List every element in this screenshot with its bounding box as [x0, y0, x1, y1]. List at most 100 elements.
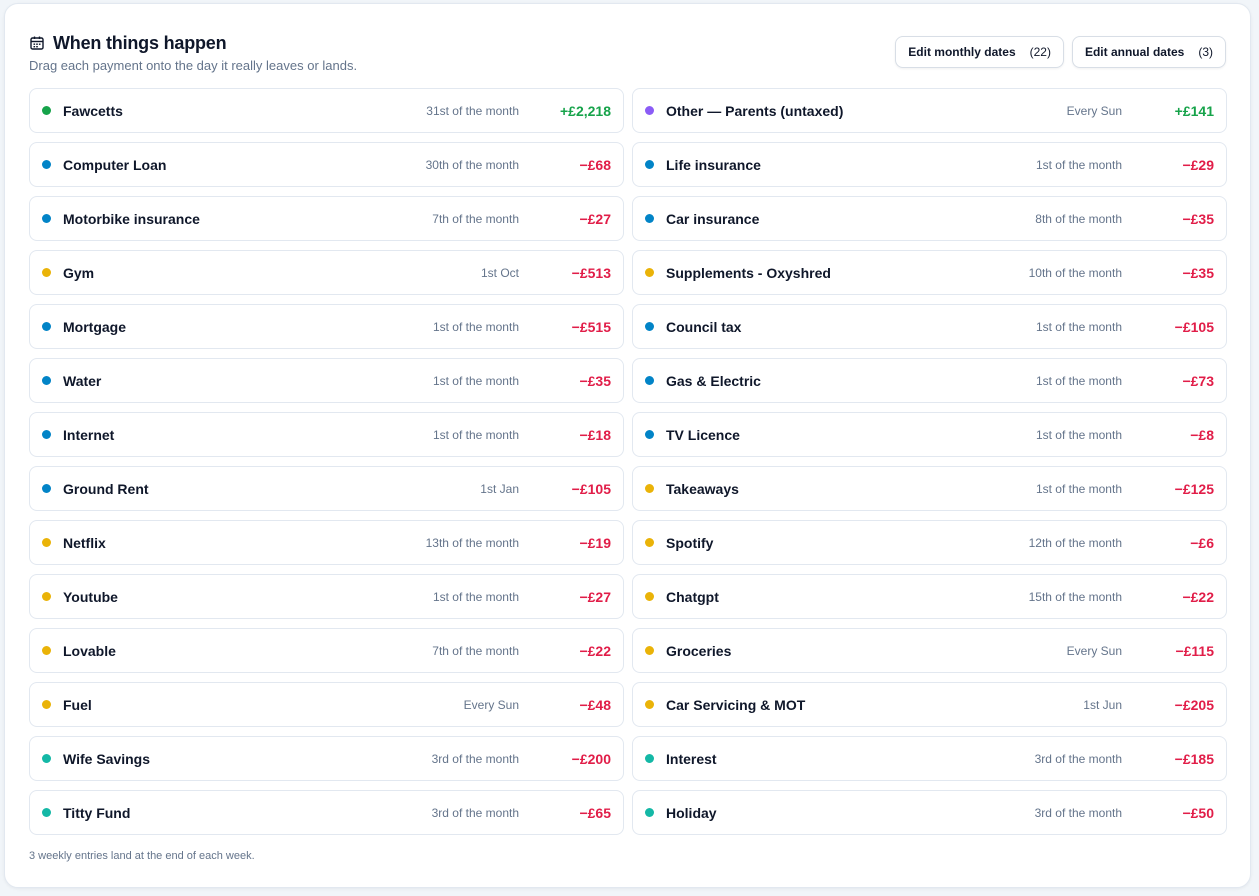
payment-row[interactable]: Computer Loan 30th of the month −£68 — [29, 142, 624, 187]
category-dot — [645, 268, 654, 277]
payment-schedule: 1st of the month — [1035, 427, 1122, 442]
payment-amount: −£27 — [579, 588, 611, 605]
payment-amount: −£205 — [1174, 696, 1214, 713]
payment-row[interactable]: Titty Fund 3rd of the month −£65 — [29, 790, 624, 835]
payment-row[interactable]: Motorbike insurance 7th of the month −£27 — [29, 196, 624, 241]
payment-schedule: 3rd of the month — [1034, 751, 1122, 766]
payment-row[interactable]: Water 1st of the month −£35 — [29, 358, 624, 403]
payment-name: Takeaways — [666, 480, 739, 497]
payment-schedule: 1st Oct — [480, 265, 519, 280]
payment-amount: −£22 — [579, 642, 611, 659]
payment-row[interactable]: Lovable 7th of the month −£22 — [29, 628, 624, 673]
category-dot — [42, 808, 51, 817]
payment-schedule: 8th of the month — [1035, 211, 1122, 226]
payment-amount: +£2,218 — [560, 102, 611, 119]
payment-schedule: 15th of the month — [1028, 589, 1122, 604]
payment-row[interactable]: TV Licence 1st of the month −£8 — [632, 412, 1227, 457]
payment-name: Fawcetts — [63, 102, 123, 119]
payment-schedule: 1st of the month — [1035, 157, 1122, 172]
payment-row[interactable]: Other — Parents (untaxed) Every Sun +£141 — [632, 88, 1227, 133]
payment-name: TV Licence — [666, 426, 740, 443]
payment-amount: −£35 — [579, 372, 611, 389]
payment-row[interactable]: Fuel Every Sun −£48 — [29, 682, 624, 727]
payment-schedule: 1st of the month — [432, 319, 519, 334]
payment-amount: −£200 — [571, 750, 611, 767]
payment-amount: −£50 — [1182, 804, 1214, 821]
payment-name: Ground Rent — [63, 480, 149, 497]
payment-row[interactable]: Holiday 3rd of the month −£50 — [632, 790, 1227, 835]
payment-schedule: 1st of the month — [1035, 319, 1122, 334]
payment-schedule: 12th of the month — [1028, 535, 1122, 550]
payment-row[interactable]: Groceries Every Sun −£115 — [632, 628, 1227, 673]
payment-name: Groceries — [666, 642, 732, 659]
category-dot — [42, 160, 51, 169]
payment-grid: Fawcetts 31st of the month +£2,218 Other — … — [29, 88, 1227, 835]
payment-name: Mortgage — [63, 318, 126, 335]
category-dot — [42, 268, 51, 277]
payment-name: Spotify — [666, 534, 714, 551]
payment-name: Fuel — [63, 696, 92, 713]
payment-name: Motorbike insurance — [63, 210, 200, 227]
payment-amount: −£65 — [579, 804, 611, 821]
category-dot — [645, 214, 654, 223]
payment-row[interactable]: Ground Rent 1st Jan −£105 — [29, 466, 624, 511]
payment-row[interactable]: Council tax 1st of the month −£105 — [632, 304, 1227, 349]
payment-amount: −£105 — [1174, 318, 1214, 335]
category-dot — [645, 106, 654, 115]
monthly-dates-count: (22) — [1029, 45, 1051, 59]
payment-row[interactable]: Mortgage 1st of the month −£515 — [29, 304, 624, 349]
payment-row[interactable]: Gym 1st Oct −£513 — [29, 250, 624, 295]
calendar-icon — [29, 35, 45, 51]
payment-row[interactable]: Supplements - Oxyshred 10th of the month −… — [632, 250, 1227, 295]
payment-schedule: 3rd of the month — [431, 805, 519, 820]
payment-row[interactable]: Chatgpt 15th of the month −£22 — [632, 574, 1227, 619]
category-dot — [645, 484, 654, 493]
page-title: When things happen — [53, 32, 227, 53]
payment-row[interactable]: Life insurance 1st of the month −£29 — [632, 142, 1227, 187]
payment-amount: −£29 — [1182, 156, 1214, 173]
payment-name: Supplements - Oxyshred — [666, 264, 831, 281]
category-dot — [645, 376, 654, 385]
category-dot — [645, 700, 654, 709]
payment-row[interactable]: Internet 1st of the month −£18 — [29, 412, 624, 457]
payment-schedule: 1st of the month — [432, 427, 519, 442]
category-dot — [645, 160, 654, 169]
payment-amount: −£19 — [579, 534, 611, 551]
payment-amount: −£18 — [579, 426, 611, 443]
payment-amount: +£141 — [1174, 102, 1214, 119]
category-dot — [42, 430, 51, 439]
category-dot — [645, 430, 654, 439]
category-dot — [42, 700, 51, 709]
payment-row[interactable]: Car insurance 8th of the month −£35 — [632, 196, 1227, 241]
payment-schedule: 1st of the month — [1035, 481, 1122, 496]
payment-amount: −£48 — [579, 696, 611, 713]
edit-annual-dates-button[interactable]: Edit annual dates (3) — [1071, 36, 1226, 68]
category-dot — [645, 538, 654, 547]
payment-row[interactable]: Fawcetts 31st of the month +£2,218 — [29, 88, 624, 133]
category-dot — [42, 376, 51, 385]
payment-row[interactable]: Interest 3rd of the month −£185 — [632, 736, 1227, 781]
category-dot — [645, 808, 654, 817]
payment-row[interactable]: Gas & Electric 1st of the month −£73 — [632, 358, 1227, 403]
payment-schedule: 7th of the month — [432, 643, 519, 658]
payment-amount: −£35 — [1182, 210, 1214, 227]
header-actions: Edit monthly dates (22) Edit annual date… — [895, 36, 1226, 68]
payment-name: Life insurance — [666, 156, 761, 173]
payment-name: Wife Savings — [63, 750, 151, 767]
payment-row[interactable]: Wife Savings 3rd of the month −£200 — [29, 736, 624, 781]
payment-schedule: Every Sun — [463, 697, 519, 712]
payment-amount: −£125 — [1174, 480, 1214, 497]
payment-row[interactable]: Spotify 12th of the month −£6 — [632, 520, 1227, 565]
payment-row[interactable]: Car Servicing & MOT 1st Jun −£205 — [632, 682, 1227, 727]
payment-schedule: 30th of the month — [425, 157, 519, 172]
category-dot — [42, 754, 51, 763]
weekly-entries-note: 3 weekly entries land at the end of each… — [29, 850, 255, 862]
payment-amount: −£27 — [579, 210, 611, 227]
payment-row[interactable]: Netflix 13th of the month −£19 — [29, 520, 624, 565]
edit-monthly-dates-button[interactable]: Edit monthly dates (22) — [895, 36, 1064, 68]
payment-row[interactable]: Youtube 1st of the month −£27 — [29, 574, 624, 619]
payment-schedule: 1st of the month — [1035, 373, 1122, 388]
category-dot — [42, 106, 51, 115]
payment-row[interactable]: Takeaways 1st of the month −£125 — [632, 466, 1227, 511]
payment-name: Car Servicing & MOT — [666, 696, 806, 713]
